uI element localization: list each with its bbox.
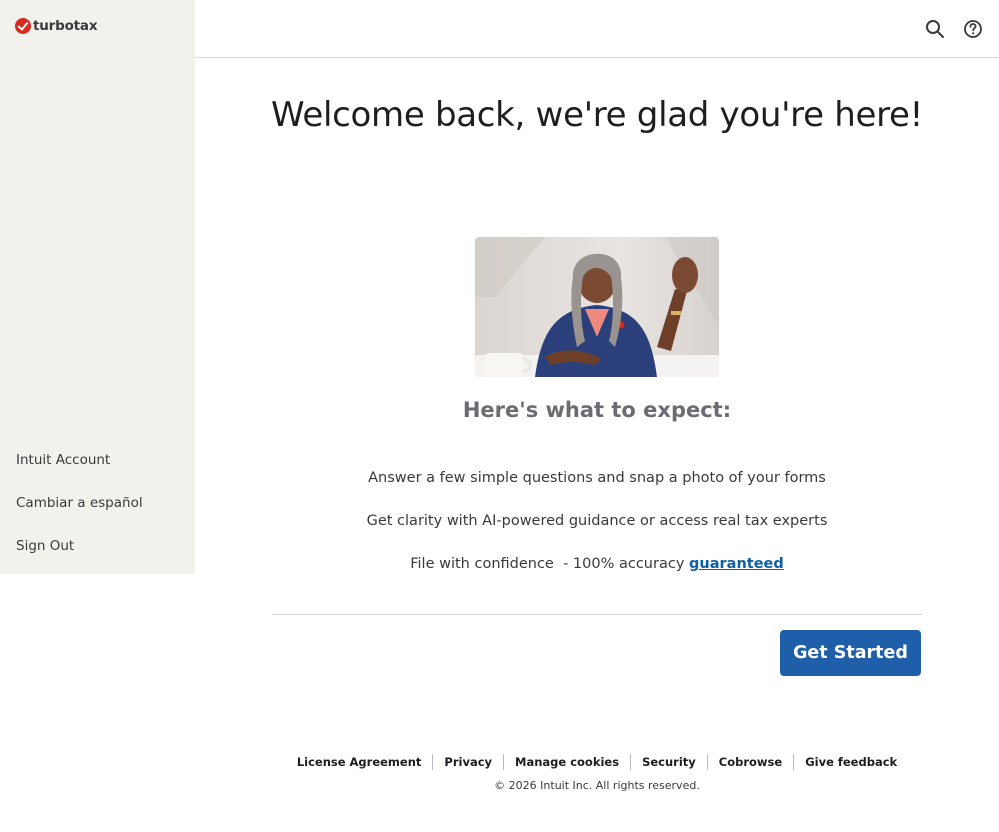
footer-link-manage-cookies[interactable]: Manage cookies bbox=[504, 755, 630, 769]
footer-link-security[interactable]: Security bbox=[631, 755, 707, 769]
get-started-button[interactable]: Get Started bbox=[780, 630, 921, 676]
footer-link-give-feedback[interactable]: Give feedback bbox=[794, 755, 908, 769]
confidence-text: File with confidence - 100% accuracy bbox=[410, 556, 690, 572]
checkmark-logo-icon bbox=[15, 18, 31, 34]
footer-link-license-agreement[interactable]: License Agreement bbox=[286, 755, 433, 769]
sidebar-item-sign-out[interactable]: Sign Out bbox=[16, 536, 143, 579]
footer-links: License Agreement Privacy Manage cookies Se… bbox=[195, 754, 999, 770]
expectations-heading: Here's what to expect: bbox=[462, 398, 732, 422]
page-title: Welcome back, we're glad you're here! bbox=[271, 95, 923, 135]
copyright: © 2026 Intuit Inc. All rights reserved. bbox=[494, 779, 700, 792]
sidebar-links: Intuit Account Cambiar a español Sign Ou… bbox=[16, 450, 143, 579]
help-icon[interactable] bbox=[962, 18, 984, 40]
turbotax-logo[interactable]: turbotax bbox=[15, 18, 98, 34]
hero-image bbox=[475, 237, 719, 377]
top-bar bbox=[195, 0, 999, 58]
guaranteed-link[interactable]: guaranteed bbox=[689, 556, 784, 572]
footer-link-cobrowse[interactable]: Cobrowse bbox=[708, 755, 793, 769]
expectation-item-forms: Answer a few simple questions and snap a… bbox=[368, 470, 826, 486]
footer-link-privacy[interactable]: Privacy bbox=[433, 755, 503, 769]
logo-wordmark: turbotax bbox=[33, 18, 98, 34]
content-divider bbox=[272, 614, 922, 615]
sidebar-item-intuit-account[interactable]: Intuit Account bbox=[16, 450, 143, 493]
expectation-item-guidance: Get clarity with AI-powered guidance or … bbox=[366, 513, 828, 529]
search-icon[interactable] bbox=[924, 18, 946, 40]
expectation-item-confidence: File with confidence - 100% accuracy gua… bbox=[195, 556, 999, 572]
sidebar-item-language-switch[interactable]: Cambiar a español bbox=[16, 493, 143, 536]
sidebar: turbotax Intuit Account Cambiar a españo… bbox=[0, 0, 195, 574]
